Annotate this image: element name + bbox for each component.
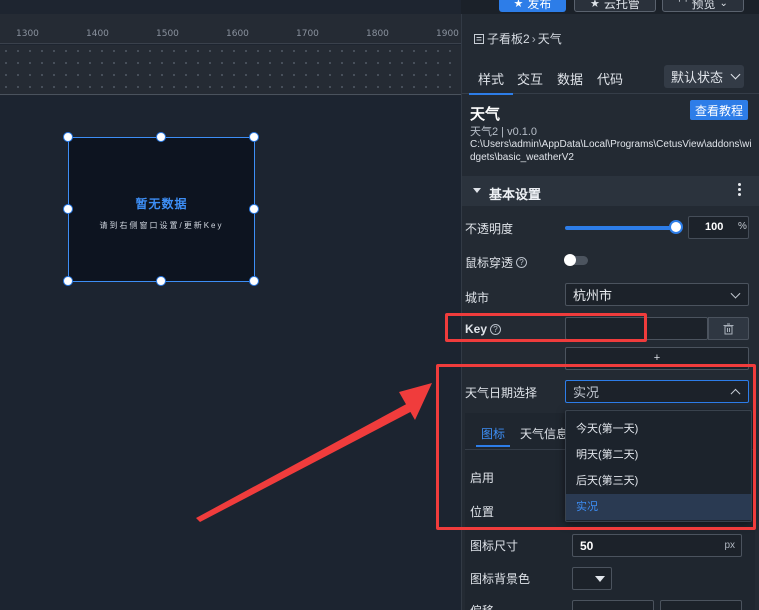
publish-label: 发布 [527,0,552,11]
ruler-tick-label: 1900 [436,29,459,39]
icon-size-unit: px [724,540,735,551]
publish-button[interactable]: ★ 发布 [499,0,566,12]
mouse-through-row: 鼠标穿透 ? [465,254,528,271]
section-basic-settings[interactable]: 基本设置 [462,176,759,206]
widget-version: 天气2 | v0.1.0 [470,126,538,138]
resize-handle-top-right[interactable] [249,132,259,142]
resize-handle-left[interactable] [63,204,73,214]
horizontal-ruler: 1300 1400 1500 1600 1700 1800 1900 [0,14,461,44]
icon-size-value: 50 [580,539,594,553]
opacity-input[interactable]: 100 % [688,216,749,239]
resize-handle-right[interactable] [249,204,259,214]
canvas-grid-band [0,45,461,95]
caret-down-icon [473,188,481,193]
ruler-tick-label: 1700 [296,29,319,39]
state-select-value: 默认状态 [671,70,724,85]
city-select[interactable]: 杭州市 [565,283,749,306]
tab-interaction[interactable]: 交互 [517,69,543,88]
chevron-down-icon [730,69,741,80]
canvas-area: 1300 1400 1500 1600 1700 1800 1900 暂无数据 … [0,0,461,610]
trash-icon [723,323,734,334]
ruler-tick-label: 1600 [226,29,249,39]
ruler-tick-label: 1300 [16,29,39,39]
weather-widget[interactable]: 暂无数据 请到右侧窗口设置/更新Key [63,132,259,286]
city-select-value: 杭州市 [573,288,613,303]
icon-bg-color-picker[interactable] [572,567,612,590]
breadcrumb: 子看板2 › 天气 [473,30,562,47]
icon-size-label: 图标尺寸 [470,539,519,553]
tab-data[interactable]: 数据 [557,69,583,88]
opacity-slider-handle[interactable] [669,220,683,234]
chevron-down-icon [730,288,741,299]
board-icon [474,33,484,44]
no-data-title: 暂无数据 [135,197,188,211]
offset-y-input[interactable] [660,600,742,610]
opacity-label: 不透明度 [465,222,514,236]
tab-code[interactable]: 代码 [597,69,623,88]
offset-x-input[interactable] [572,600,654,610]
key-highlight-box [445,313,647,342]
publish-icon: ★ [513,0,524,10]
chevron-down-icon: ⌄ [719,0,728,9]
cloud-host-label: 云托管 [603,0,640,11]
ruler-tick-label: 1800 [366,29,389,39]
widget-path: C:\Users\admin\AppData\Local\Programs\Ce… [470,139,752,163]
offset-label: 偏移 [470,602,494,610]
resize-handle-bottom[interactable] [156,276,166,286]
delete-key-button[interactable] [708,317,749,340]
view-tutorial-button[interactable]: 查看教程 [690,100,748,120]
fullscreen-icon: ⌜⌝ [678,0,688,9]
tab-style[interactable]: 样式 [468,69,514,95]
city-label: 城市 [465,291,490,305]
preview-button[interactable]: ⌜⌝ 预览 ⌄ [662,0,744,12]
cloud-host-icon: ★ [590,0,600,10]
icon-bg-label: 图标背景色 [470,572,531,586]
resize-handle-top-left[interactable] [63,132,73,142]
help-icon[interactable]: ? [516,257,528,268]
icon-size-input[interactable]: 50 px [572,534,742,557]
ruler-tick-label: 1500 [156,29,179,39]
opacity-unit: % [738,221,747,232]
more-icon[interactable] [738,183,742,196]
ruler-tick-label: 1400 [86,29,109,39]
mouse-through-label: 鼠标穿透 [465,256,514,270]
opacity-value: 100 [705,221,724,233]
mouse-through-toggle[interactable] [564,254,588,266]
cloud-host-button[interactable]: ★ 云托管 [574,0,656,12]
no-data-hint: 请到右侧窗口设置/更新Key [99,221,224,230]
opacity-slider-track[interactable] [565,226,677,230]
widget-name: 天气 [470,106,501,123]
resize-handle-top[interactable] [156,132,166,142]
resize-handle-bottom-left[interactable] [63,276,73,286]
panel-tabs: 样式 交互 数据 代码 默认状态 [462,61,759,95]
date-select-highlight-box [436,364,756,530]
breadcrumb-separator-icon: › [531,31,536,46]
preview-label: 预览 [691,0,716,11]
breadcrumb-parent[interactable]: 子看板2 [487,30,530,47]
breadcrumb-current: 天气 [537,32,562,46]
section-title: 基本设置 [489,187,542,202]
resize-handle-bottom-right[interactable] [249,276,259,286]
state-select[interactable]: 默认状态 [664,65,744,88]
